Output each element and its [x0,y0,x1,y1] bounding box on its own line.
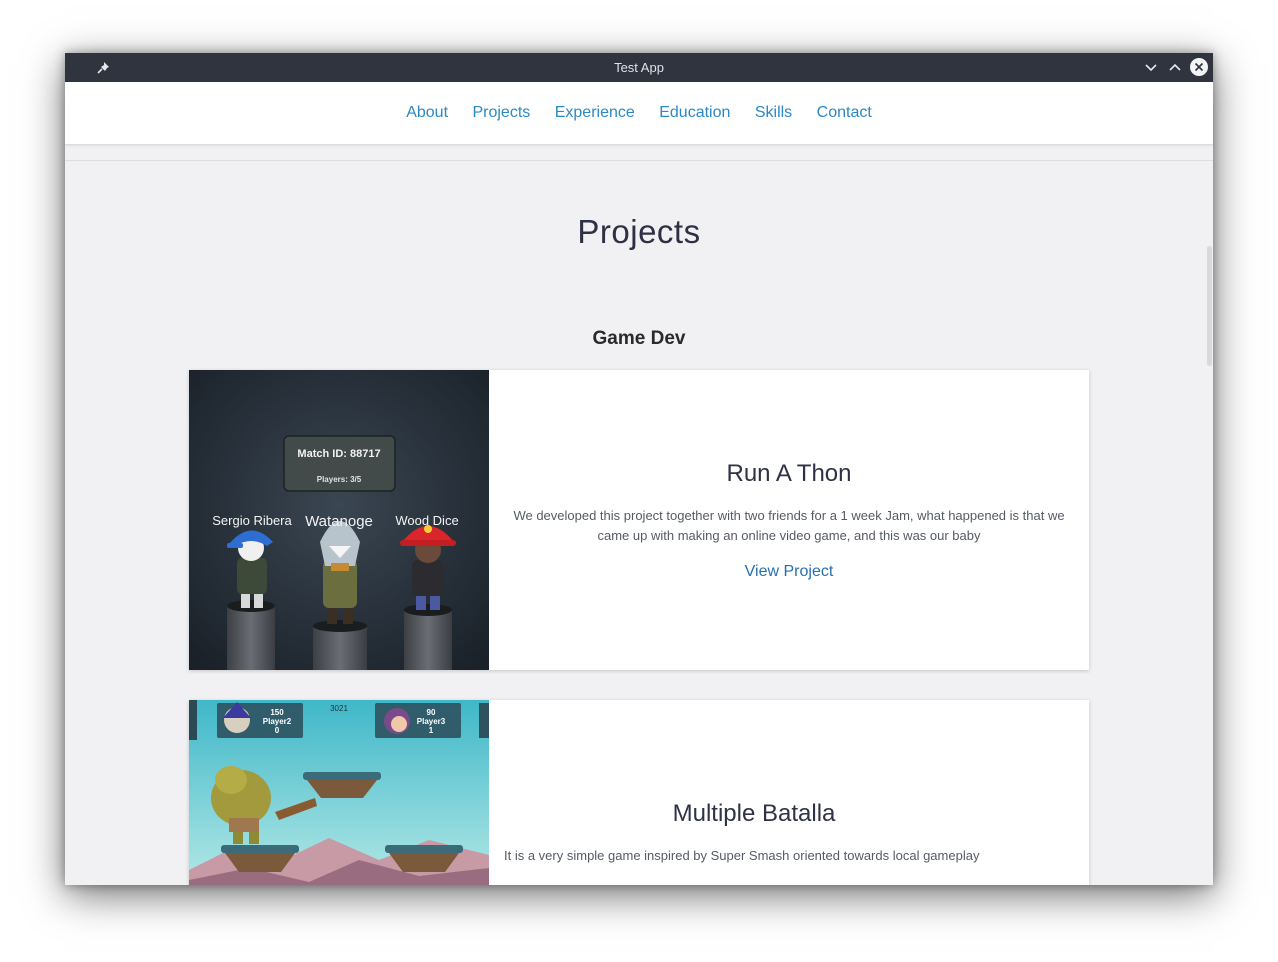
maximize-chevron-icon[interactable] [1163,53,1187,82]
nav-link-education[interactable]: Education [659,104,730,121]
match-timer: 3021 [330,704,348,713]
project-thumbnail: Match ID: 88717 Players: 3/5 Sergio Ribe… [189,370,489,670]
subsection-title: Game Dev [592,328,686,349]
project-info: Run A Thon We developed this project tog… [489,370,1089,670]
minimize-chevron-icon[interactable] [1139,53,1163,82]
nav-link-contact[interactable]: Contact [817,104,872,121]
project-description: We developed this project together with … [513,508,1065,543]
top-navbar: About Projects Experience Education Skil… [65,82,1213,145]
app-window: Test App About Projects Experience Educa… [65,53,1213,885]
nav-links: About Projects Experience Education Skil… [65,104,1213,122]
section-title: Projects [577,213,701,250]
project-title: Multiple Batalla [672,800,836,827]
project-info: Multiple Batalla It is a very simple gam… [489,700,1089,885]
window-title: Test App [614,60,664,75]
players-count-label: Players: 3/5 [317,475,362,484]
project-card: 150 Player2 0 3021 90 Player3 1 Multiple… [189,700,1089,885]
player-name-label: Watanoge [305,513,373,530]
player-score: 150 [270,708,284,717]
nav-link-about[interactable]: About [406,104,448,121]
nav-link-experience[interactable]: Experience [555,104,635,121]
close-icon[interactable] [1187,53,1211,82]
nav-link-projects[interactable]: Projects [472,104,530,121]
player-lives: 1 [429,726,434,735]
project-title: Run A Thon [726,460,852,487]
page-scrollbar[interactable] [1207,246,1212,366]
project-card: Match ID: 88717 Players: 3/5 Sergio Ribe… [189,370,1089,670]
section-divider [65,160,1213,161]
player-name-label: Wood Dice [395,513,458,528]
project-description: It is a very simple game inspired by Sup… [504,848,980,863]
nav-link-skills[interactable]: Skills [755,104,792,121]
player-name-label: Player2 [263,717,292,726]
project-thumbnail: 150 Player2 0 3021 90 Player3 1 [189,700,489,885]
player-lives: 0 [275,726,280,735]
match-id-label: Match ID: 88717 [297,448,380,460]
player-name-label: Player3 [417,717,446,726]
view-project-link[interactable]: View Project [489,563,1089,581]
player-score: 90 [427,708,436,717]
window-titlebar: Test App [65,53,1213,82]
player-name-label: Sergio Ribera [212,513,292,528]
